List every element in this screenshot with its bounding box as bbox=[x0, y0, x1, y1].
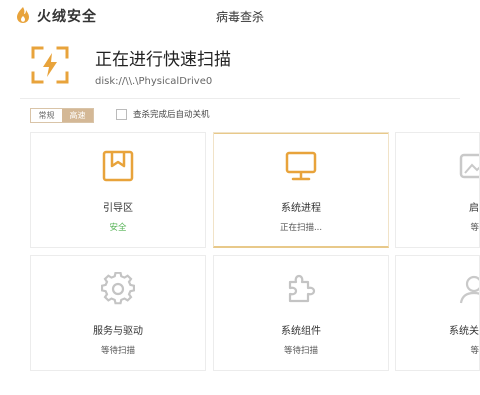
card-name: 引导区 bbox=[103, 203, 133, 214]
gear-icon bbox=[101, 272, 135, 305]
window-title: 病毒查杀 bbox=[215, 10, 264, 24]
card-status: 等待扫描 bbox=[283, 346, 318, 356]
card-status: 安全 bbox=[109, 223, 127, 233]
card-name: 系统进程 bbox=[281, 203, 321, 214]
mode-normal-button[interactable]: 常规 bbox=[31, 109, 62, 122]
user-icon bbox=[459, 275, 479, 304]
scan-card-system-key: 系统关 等 bbox=[395, 255, 480, 371]
card-name: 启 bbox=[469, 203, 479, 214]
title-bar: 火绒安全 病毒查杀 bbox=[0, 0, 480, 30]
card-status: 等待扫描 bbox=[100, 346, 135, 356]
monitor-icon bbox=[285, 151, 317, 181]
scan-card-system-process: 系统进程 正在扫描... bbox=[213, 132, 389, 248]
scan-card-startup: 启 等 bbox=[395, 132, 480, 248]
card-status: 等 bbox=[470, 346, 479, 356]
card-name: 系统关 bbox=[449, 326, 479, 337]
scan-card-services-drivers: 服务与驱动 等待扫描 bbox=[30, 255, 206, 371]
card-status: 正在扫描... bbox=[279, 223, 323, 233]
auto-shutdown-label[interactable]: 查杀完成后自动关机 bbox=[133, 108, 210, 120]
divider bbox=[20, 98, 460, 99]
scan-path: disk://\\.\PhysicalDrive0 bbox=[95, 76, 213, 87]
bookmark-box-icon bbox=[102, 150, 134, 182]
scan-title: 正在进行快速扫描 bbox=[95, 50, 231, 70]
lightning-scan-icon bbox=[31, 46, 69, 84]
card-name: 系统组件 bbox=[281, 326, 321, 337]
scan-mode-toggle[interactable]: 常规 高速 bbox=[30, 108, 94, 123]
image-icon bbox=[459, 153, 479, 179]
mode-fast-button[interactable]: 高速 bbox=[62, 109, 93, 122]
card-status: 等 bbox=[470, 223, 479, 233]
puzzle-icon bbox=[288, 274, 316, 303]
scan-card-boot-sector: 引导区 安全 bbox=[30, 132, 206, 248]
scan-card-system-components: 系统组件 等待扫描 bbox=[213, 255, 389, 371]
auto-shutdown-checkbox[interactable] bbox=[116, 109, 127, 120]
card-name: 服务与驱动 bbox=[93, 326, 143, 337]
